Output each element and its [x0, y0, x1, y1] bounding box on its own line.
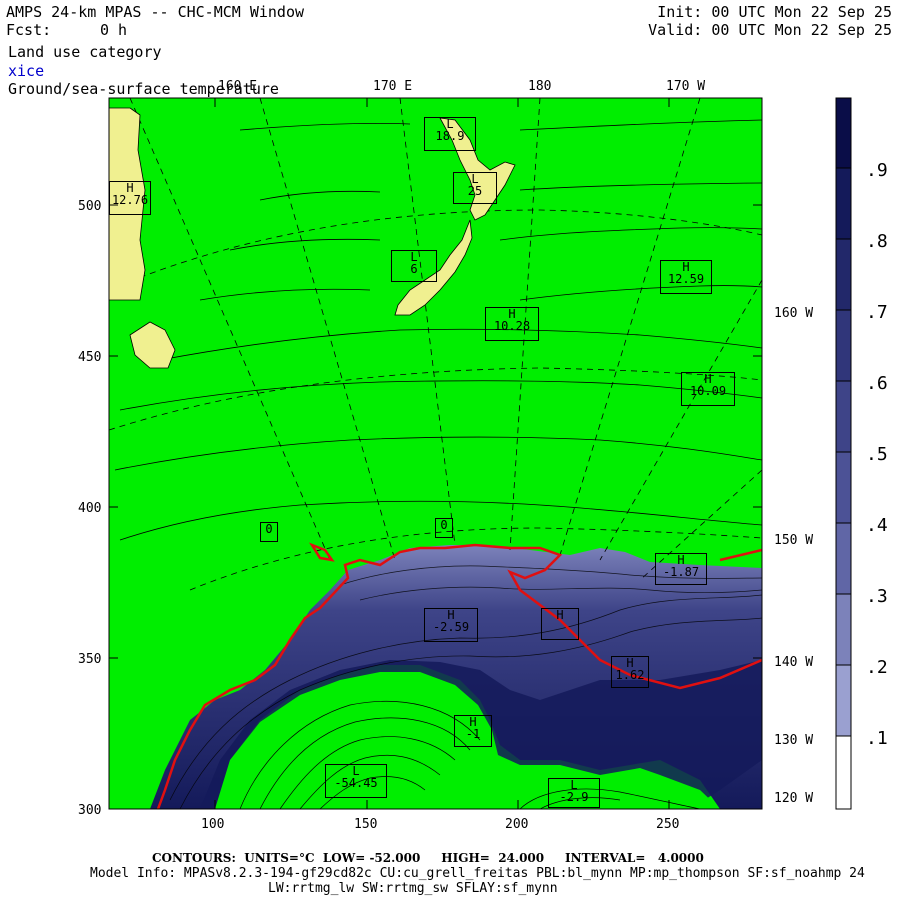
- colorbar-label-0.7: .7: [866, 302, 888, 323]
- colorbar: [835, 97, 852, 810]
- lon-label-130w: 130 W: [774, 733, 814, 748]
- y-tick-350: 350: [78, 652, 102, 667]
- y-tick-500: 500: [78, 199, 102, 214]
- lon-label-120w: 120 W: [774, 791, 814, 806]
- colorbar-label-0.1: .1: [866, 728, 888, 749]
- lon-label-170w: 170 W: [666, 79, 706, 94]
- lon-label-160e: 160 E: [218, 79, 258, 94]
- y-tick-450: 450: [78, 350, 102, 365]
- marker-high-12-59: H 12.59: [660, 260, 712, 294]
- lon-label-160w: 160 W: [774, 306, 814, 321]
- x-tick-250: 250: [656, 817, 680, 832]
- marker-low-18: L 18.9: [424, 117, 476, 151]
- x-tick-150: 150: [354, 817, 378, 832]
- colorbar-label-0.3: .3: [866, 586, 888, 607]
- marker-high-unlabeled: H: [541, 608, 579, 640]
- marker-high-1-62: H 1.62: [611, 656, 649, 688]
- model-info-line2: LW:rrtmg_lw SW:rrtmg_sw SFLAY:sf_mynn: [268, 881, 558, 896]
- marker-low-neg2-9: L -2.9: [548, 778, 600, 808]
- marker-high-10-09: H 10.09: [681, 372, 735, 406]
- marker-high-neg1: H -1: [454, 715, 492, 747]
- marker-low-neg54-45: L -54.45: [325, 764, 387, 798]
- lon-label-140w: 140 W: [774, 655, 814, 670]
- marker-zero-b: 0: [435, 518, 453, 538]
- colorbar-label-0.6: .6: [866, 373, 888, 394]
- marker-low-25: L 25: [453, 172, 497, 204]
- y-tick-400: 400: [78, 501, 102, 516]
- marker-high-10-28: H 10.28: [485, 307, 539, 341]
- colorbar-label-0.8: .8: [866, 231, 888, 252]
- lon-label-180: 180: [528, 79, 552, 94]
- marker-high-neg1-87: H -1.87: [655, 553, 707, 585]
- marker-high-12-76: H 12.76: [109, 181, 151, 215]
- marker-low-6: L6: [391, 250, 437, 282]
- lon-label-170e: 170 E: [373, 79, 413, 94]
- lon-label-150w: 150 W: [774, 533, 814, 548]
- colorbar-label-0.4: .4: [866, 515, 888, 536]
- colorbar-label-0.2: .2: [866, 657, 888, 678]
- colorbar-label-0.5: .5: [866, 444, 888, 465]
- y-tick-300: 300: [78, 803, 102, 818]
- x-tick-100: 100: [201, 817, 225, 832]
- marker-high-neg2-59: H -2.59: [424, 608, 478, 642]
- marker-zero-a: 0: [260, 522, 278, 542]
- colorbar-label-0.9: .9: [866, 160, 888, 181]
- x-tick-200: 200: [505, 817, 529, 832]
- plot-area: [109, 98, 762, 809]
